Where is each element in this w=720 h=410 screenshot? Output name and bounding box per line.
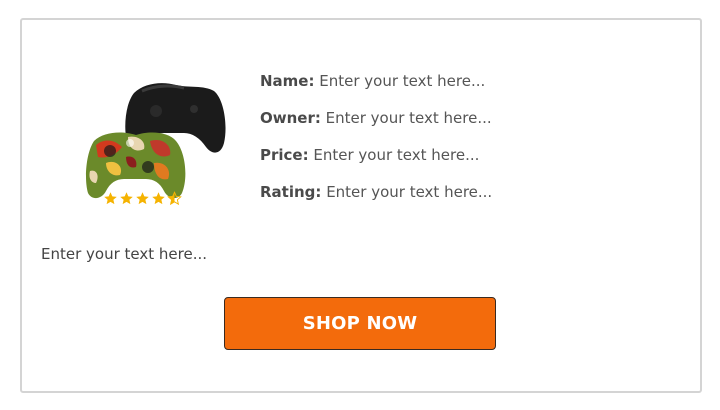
rating-value: Enter your text here...	[326, 183, 493, 201]
name-value: Enter your text here...	[319, 72, 486, 90]
game-controller-image	[66, 71, 226, 201]
shop-now-button[interactable]: SHOP NOW	[224, 297, 496, 350]
rating-label: Rating:	[260, 183, 322, 201]
name-label: Name:	[260, 72, 315, 90]
product-description: Enter your text here...	[41, 245, 208, 263]
product-info-list: Name: Enter your text here... Owner: Ent…	[260, 68, 492, 216]
owner-value: Enter your text here...	[325, 109, 492, 127]
price-value: Enter your text here...	[313, 146, 480, 164]
info-row-rating: Rating: Enter your text here...	[260, 179, 492, 216]
star-full-icon	[103, 191, 118, 206]
info-row-price: Price: Enter your text here...	[260, 142, 492, 179]
star-full-icon	[135, 191, 150, 206]
rating-stars	[103, 191, 182, 206]
price-label: Price:	[260, 146, 309, 164]
star-half-icon	[167, 191, 182, 206]
star-full-icon	[151, 191, 166, 206]
info-row-owner: Owner: Enter your text here...	[260, 105, 492, 142]
owner-label: Owner:	[260, 109, 321, 127]
info-row-name: Name: Enter your text here...	[260, 68, 492, 105]
star-full-icon	[119, 191, 134, 206]
product-card: Name: Enter your text here... Owner: Ent…	[20, 18, 702, 393]
